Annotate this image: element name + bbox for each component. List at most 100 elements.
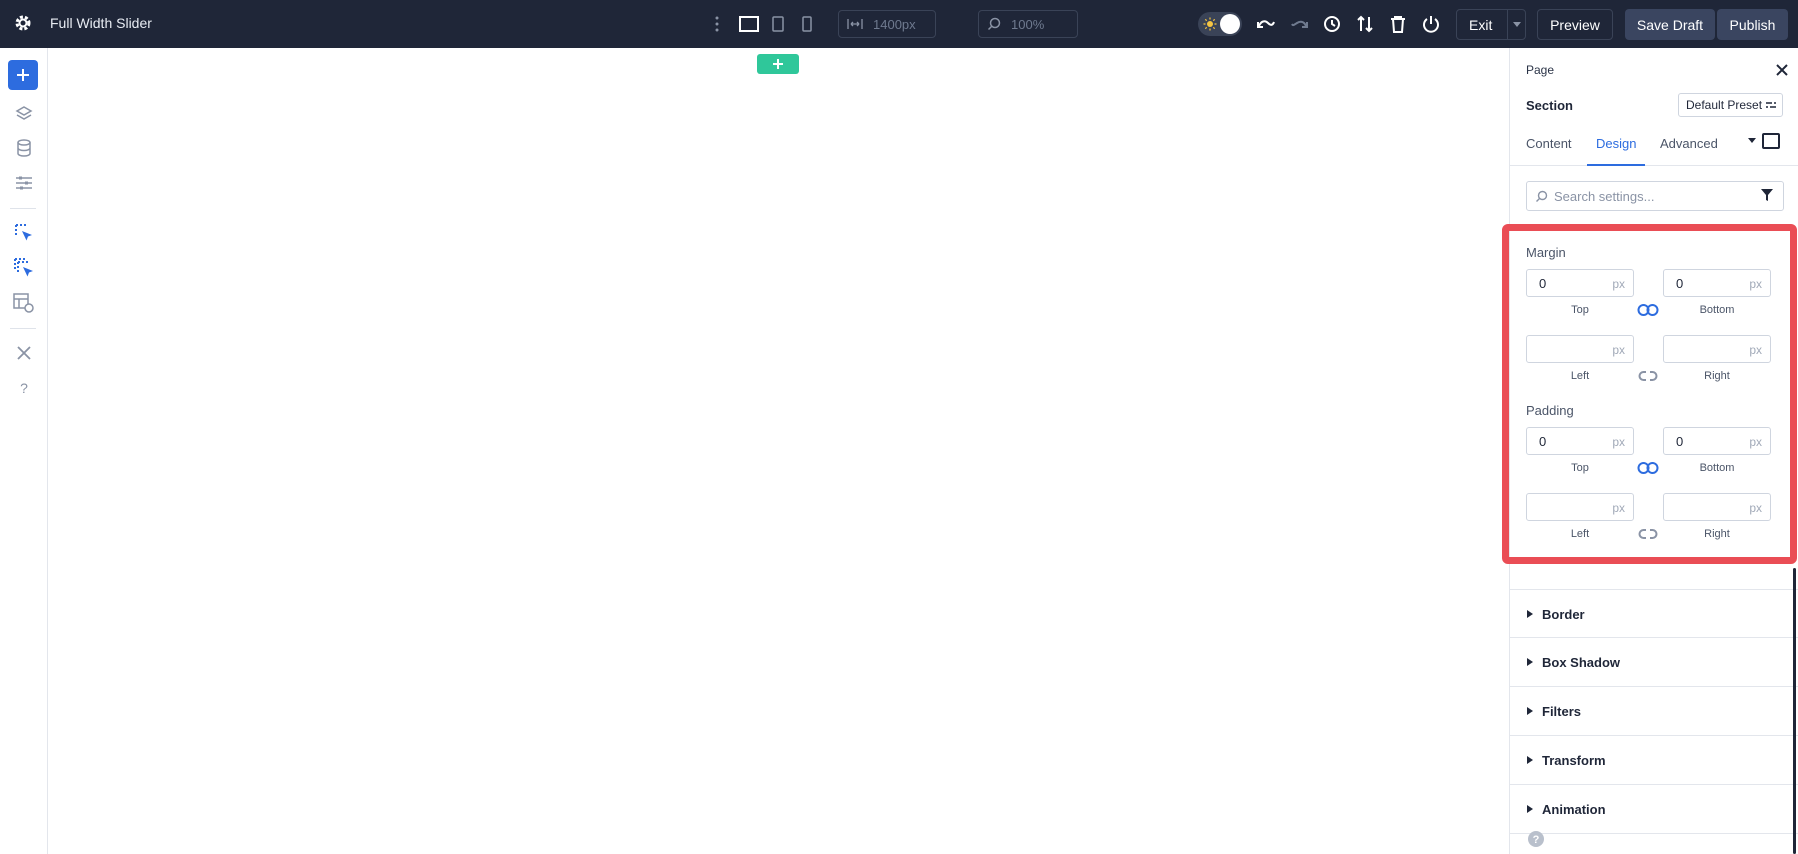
- margin-right-label: Right: [1704, 370, 1730, 382]
- add-module-button[interactable]: [8, 60, 38, 90]
- margin-bottom-input[interactable]: 0 px: [1663, 269, 1771, 297]
- preview-label: Preview: [1550, 16, 1600, 33]
- padding-left-input[interactable]: px: [1526, 493, 1634, 521]
- layers-icon[interactable]: [12, 102, 36, 126]
- select-cursor-icon[interactable]: [12, 221, 36, 245]
- accordion-label: Transform: [1542, 753, 1606, 768]
- accordion-label: Border: [1542, 607, 1585, 622]
- publish-label: Publish: [1729, 16, 1776, 33]
- settings-search-input[interactable]: Search settings...: [1526, 181, 1784, 211]
- accordion-label: Animation: [1542, 802, 1606, 817]
- padding-bottom-unit: px: [1749, 435, 1762, 449]
- plus-icon: [773, 59, 783, 69]
- phone-view-icon[interactable]: [796, 14, 818, 34]
- padding-right-input[interactable]: px: [1663, 493, 1771, 521]
- margin-left-label: Left: [1570, 370, 1590, 382]
- exit-dropdown-chevron-icon[interactable]: [1513, 22, 1521, 28]
- preset-dropdown[interactable]: Default Preset: [1678, 93, 1783, 117]
- settings-gear-icon[interactable]: [13, 13, 33, 33]
- zoom-search-icon: [987, 17, 1001, 31]
- accordion-filters[interactable]: Filters: [1510, 687, 1798, 736]
- margin-label: Margin: [1526, 245, 1566, 260]
- margin-left-input[interactable]: px: [1526, 335, 1634, 363]
- padding-top-input[interactable]: 0 px: [1526, 427, 1634, 455]
- margin-top-input[interactable]: 0 px: [1526, 269, 1634, 297]
- caret-right-icon: [1527, 756, 1533, 764]
- tab-advanced[interactable]: Advanced: [1660, 136, 1718, 166]
- margin-right-input[interactable]: px: [1663, 335, 1771, 363]
- close-icon[interactable]: [1774, 62, 1790, 78]
- panel-view-toggle-icon[interactable]: [1762, 133, 1780, 149]
- accordion-border[interactable]: Border: [1510, 589, 1798, 638]
- preview-button[interactable]: Preview: [1537, 9, 1613, 40]
- link-unlinked-icon[interactable]: [1637, 369, 1659, 383]
- layout-view-icon[interactable]: [12, 291, 36, 315]
- panel-scrollbar[interactable]: [1793, 568, 1796, 854]
- theme-toggle[interactable]: [1198, 12, 1242, 36]
- accordion-box-shadow[interactable]: Box Shadow: [1510, 638, 1798, 687]
- margin-top-unit: px: [1612, 277, 1625, 291]
- caret-right-icon: [1527, 805, 1533, 813]
- redo-icon[interactable]: [1288, 13, 1310, 35]
- tablet-view-icon[interactable]: [767, 14, 789, 34]
- filter-icon[interactable]: [1760, 188, 1774, 202]
- accordion-label: Box Shadow: [1542, 655, 1621, 670]
- margin-top-label: Top: [1571, 304, 1589, 316]
- tab-design[interactable]: Design: [1587, 136, 1646, 166]
- help-circle-icon[interactable]: ?: [1527, 830, 1545, 848]
- database-icon[interactable]: [12, 136, 36, 160]
- search-icon: [1536, 190, 1548, 202]
- history-icon[interactable]: [1321, 13, 1343, 35]
- width-icon: [847, 19, 863, 29]
- publish-button[interactable]: Publish: [1717, 9, 1788, 40]
- tab-content[interactable]: Content: [1526, 136, 1572, 166]
- power-icon[interactable]: [1420, 13, 1442, 35]
- multi-select-cursor-icon[interactable]: [12, 256, 36, 280]
- sun-icon: [1203, 17, 1217, 31]
- link-linked-icon[interactable]: [1637, 461, 1659, 475]
- padding-right-unit: px: [1749, 501, 1762, 515]
- plus-icon: [17, 69, 29, 81]
- more-vertical-icon[interactable]: [714, 14, 720, 34]
- undo-icon[interactable]: [1255, 13, 1277, 35]
- padding-right-label: Right: [1704, 528, 1730, 540]
- caret-right-icon: [1527, 707, 1533, 715]
- caret-down-icon[interactable]: [1747, 136, 1757, 146]
- section-title: Section: [1526, 98, 1573, 113]
- padding-bottom-value: 0: [1676, 433, 1684, 449]
- tools-icon[interactable]: [12, 341, 36, 365]
- page-canvas[interactable]: [48, 48, 1509, 854]
- exit-button[interactable]: Exit: [1456, 9, 1526, 40]
- link-linked-icon[interactable]: [1637, 303, 1659, 317]
- padding-top-label: Top: [1571, 462, 1589, 474]
- margin-bottom-label: Bottom: [1699, 304, 1735, 316]
- margin-right-unit: px: [1749, 343, 1762, 357]
- desktop-view-icon[interactable]: [738, 14, 760, 34]
- preset-options-icon: [1766, 102, 1777, 108]
- margin-bottom-unit: px: [1749, 277, 1762, 291]
- margin-bottom-value: 0: [1676, 275, 1684, 291]
- settings-panel: Page Section Default Preset Content Desi…: [1502, 48, 1798, 854]
- accordion-transform[interactable]: Transform: [1510, 736, 1798, 785]
- sort-arrows-icon[interactable]: [1354, 13, 1376, 35]
- padding-bottom-input[interactable]: 0 px: [1663, 427, 1771, 455]
- padding-top-unit: px: [1612, 435, 1625, 449]
- accordion-animation[interactable]: Animation: [1510, 785, 1798, 834]
- trash-icon[interactable]: [1387, 13, 1409, 35]
- width-value: 1400px: [873, 16, 916, 32]
- sliders-icon[interactable]: [12, 171, 36, 195]
- add-section-button[interactable]: [757, 54, 799, 74]
- canvas-width-field[interactable]: 1400px: [838, 10, 936, 38]
- svg-text:?: ?: [1533, 834, 1540, 846]
- margin-top-value: 0: [1539, 275, 1547, 291]
- breadcrumb[interactable]: Page: [1526, 63, 1554, 77]
- caret-right-icon: [1527, 658, 1533, 666]
- padding-bottom-label: Bottom: [1699, 462, 1735, 474]
- toggle-knob: [1220, 14, 1240, 34]
- panel-tabs: Content Design Advanced: [1510, 128, 1798, 166]
- padding-left-unit: px: [1612, 501, 1625, 515]
- zoom-field[interactable]: 100%: [978, 10, 1078, 38]
- help-question-icon[interactable]: ?: [12, 376, 36, 400]
- save-draft-button[interactable]: Save Draft: [1625, 9, 1715, 40]
- link-unlinked-icon[interactable]: [1637, 527, 1659, 541]
